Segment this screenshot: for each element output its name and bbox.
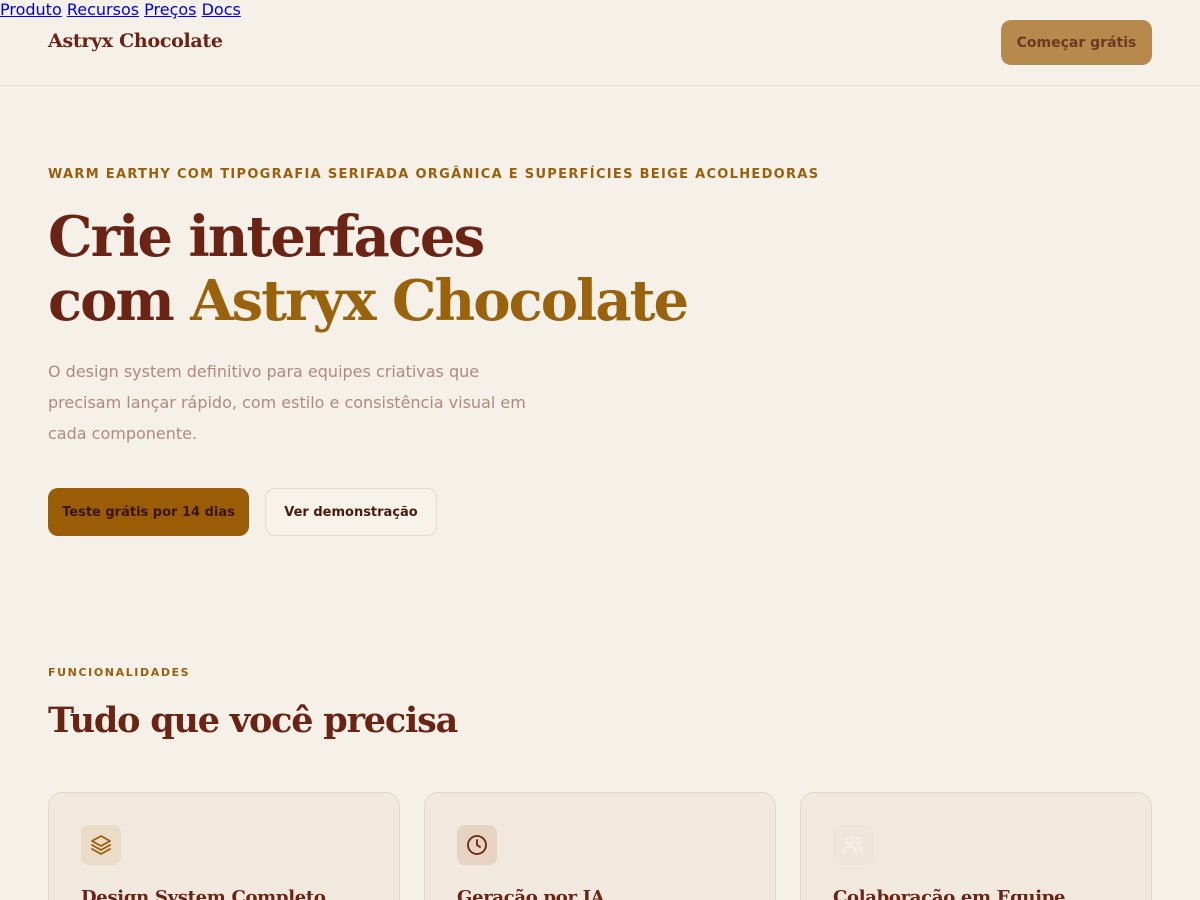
- site-header: Astryx Chocolate Produto Recursos Preços…: [0, 0, 1200, 86]
- features-title: Tudo que você precisa: [48, 700, 458, 741]
- nav-link-docs[interactable]: Docs: [202, 0, 241, 19]
- features-eyebrow: FUNCIONALIDADES: [48, 666, 191, 679]
- hero-title-prefix: com: [48, 268, 191, 334]
- nav-link-recursos[interactable]: Recursos: [67, 0, 139, 19]
- feature-card-title: Design System Completo: [81, 887, 326, 900]
- users-icon: [833, 825, 873, 865]
- demo-button[interactable]: Ver demonstração: [265, 488, 437, 536]
- nav-link-produto[interactable]: Produto: [0, 0, 62, 19]
- hero-title: Crie interfaces com Astryx Chocolate: [48, 204, 689, 334]
- feature-card-design-system[interactable]: Design System Completo: [48, 792, 400, 900]
- hero-title-line1: Crie interfaces: [48, 204, 485, 270]
- layers-icon: [81, 825, 121, 865]
- feature-card-title: Geração por IA: [457, 887, 605, 900]
- feature-card-ai-generation[interactable]: Geração por IA: [424, 792, 776, 900]
- feature-card-team-collaboration[interactable]: Colaboração em Equipe: [800, 792, 1152, 900]
- hero-title-accent: Astryx Chocolate: [190, 268, 689, 334]
- nav-link-precos[interactable]: Preços: [144, 0, 196, 19]
- main-nav: Produto Recursos Preços Docs: [0, 0, 1200, 19]
- start-free-button[interactable]: Começar grátis: [1001, 20, 1152, 65]
- feature-card-title: Colaboração em Equipe: [833, 887, 1066, 900]
- hero-eyebrow: WARM EARTHY COM TIPOGRAFIA SERIFADA ORGÂ…: [48, 167, 820, 182]
- clock-icon: [457, 825, 497, 865]
- brand-logo[interactable]: Astryx Chocolate: [48, 30, 223, 52]
- hero-subtitle: O design system definitivo para equipes …: [48, 362, 526, 443]
- free-trial-button[interactable]: Teste grátis por 14 dias: [48, 488, 249, 536]
